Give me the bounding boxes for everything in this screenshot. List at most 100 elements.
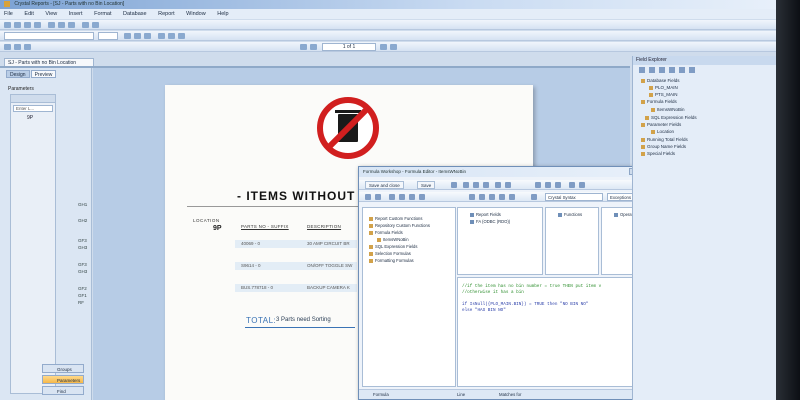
tree-item-location[interactable]: Location <box>651 129 674 134</box>
formula-code-editor[interactable]: //if the item has no bin number = true T… <box>457 277 661 387</box>
print-icon[interactable] <box>34 22 41 28</box>
menu-file[interactable]: File <box>4 11 13 17</box>
menu-help[interactable]: Help <box>217 11 228 17</box>
next-page-icon[interactable] <box>380 44 387 50</box>
open-icon[interactable] <box>14 22 21 28</box>
paste-icon[interactable] <box>68 22 75 28</box>
rename-icon[interactable] <box>483 182 489 188</box>
formula-workshop-toolbar: Save and close Save <box>359 180 663 190</box>
align-center-icon[interactable] <box>168 33 175 39</box>
underline-icon[interactable] <box>144 33 151 39</box>
tree-item-formatting-formulas[interactable]: Formatting Formulas <box>369 258 414 263</box>
new-formula-icon[interactable] <box>451 182 457 188</box>
tree-item-functions[interactable]: Functions <box>558 212 582 217</box>
font-size-combo[interactable] <box>98 32 118 40</box>
font-combo[interactable] <box>4 32 94 40</box>
tree-item-selection-formulas[interactable]: Selection Formulas <box>369 251 411 256</box>
align-left-icon[interactable] <box>158 33 165 39</box>
syntax-combo[interactable]: Crystal Syntax <box>545 193 603 201</box>
tab-design[interactable]: Design <box>6 70 30 78</box>
toggle-tree-icon[interactable] <box>389 194 395 200</box>
insert-icon[interactable] <box>639 67 645 73</box>
tree-item-odbc-source[interactable]: FA (ODBC (RDO)) <box>470 219 510 224</box>
redo-icon[interactable] <box>375 194 381 200</box>
rename-icon[interactable] <box>679 67 685 73</box>
formula-status-bar: Formula Line Matches for <box>359 389 663 399</box>
next-bookmark-icon[interactable] <box>499 194 505 200</box>
column-header-description: DESCRIPTION <box>307 224 342 229</box>
new-icon[interactable] <box>4 22 11 28</box>
tree-item-pts-main[interactable]: PTS_MAIN <box>649 92 678 97</box>
menu-view[interactable]: View <box>45 11 57 17</box>
tree-item-itemswnobin[interactable]: ItemsWNoBin <box>377 237 409 242</box>
tree-item-plo-main[interactable]: PLO_MAIN <box>649 85 678 90</box>
save-and-close-button[interactable]: Save and close <box>365 181 404 189</box>
align-right-icon[interactable] <box>178 33 185 39</box>
edit-icon[interactable] <box>669 67 675 73</box>
tree-item-running-total-fields[interactable]: Running Total Fields <box>641 137 688 142</box>
tree-item-group-name-fields[interactable]: Group Name Fields <box>641 144 686 149</box>
last-page-icon[interactable] <box>390 44 397 50</box>
toggle-fields-icon[interactable] <box>399 194 405 200</box>
sort-tree-icon[interactable] <box>479 194 485 200</box>
delete-icon[interactable] <box>689 67 695 73</box>
browse-icon[interactable] <box>649 67 655 73</box>
search-icon[interactable] <box>531 194 537 200</box>
tree-item-report-fields[interactable]: Report Fields <box>470 212 501 217</box>
bold-icon[interactable] <box>124 33 131 39</box>
location-parameter-value: 9P <box>27 115 34 121</box>
find-icon[interactable] <box>535 182 541 188</box>
insert-group-icon[interactable] <box>14 44 21 50</box>
tree-item-database-fields[interactable]: Database Fields <box>641 78 680 83</box>
sort-icon[interactable] <box>569 182 575 188</box>
tree-item-sql-expression-fields[interactable]: SQL Expression Fields <box>369 244 417 249</box>
italic-icon[interactable] <box>134 33 141 39</box>
copy-icon[interactable] <box>58 22 65 28</box>
bookmark-icon[interactable] <box>489 194 495 200</box>
tree-item-sql-expression-fields[interactable]: SQL Expression Fields <box>645 115 697 120</box>
copy-icon[interactable] <box>473 182 479 188</box>
undo-icon[interactable] <box>365 194 371 200</box>
previous-page-icon[interactable] <box>310 44 317 50</box>
field-explorer-toolbar <box>635 66 775 74</box>
insert-summary-icon[interactable] <box>24 44 31 50</box>
tree-item-formula-fields[interactable]: Formula Fields <box>641 99 677 104</box>
tree-item-itemswnobin[interactable]: ItemsWNoBin <box>651 107 685 112</box>
menu-database[interactable]: Database <box>123 11 147 17</box>
undo-icon[interactable] <box>82 22 89 28</box>
view-tabs: Design Preview <box>6 70 57 78</box>
status-matches: Matches for <box>499 392 522 397</box>
tree-item-report-custom-functions[interactable]: Report Custom Functions <box>369 216 422 221</box>
menu-format[interactable]: Format <box>94 11 111 17</box>
menu-report[interactable]: Report <box>158 11 175 17</box>
new-icon[interactable] <box>659 67 665 73</box>
tree-item-repository-custom-functions[interactable]: Repository Custom Functions <box>369 223 430 228</box>
toggle-operators-icon[interactable] <box>419 194 425 200</box>
location-parameter-field[interactable]: Enter L... <box>13 105 53 112</box>
comment-icon[interactable] <box>469 194 475 200</box>
check-icon[interactable] <box>555 182 561 188</box>
menu-insert[interactable]: Insert <box>69 11 83 17</box>
cut-icon[interactable] <box>48 22 55 28</box>
help-icon[interactable] <box>505 182 511 188</box>
options-icon[interactable] <box>579 182 585 188</box>
clear-bookmarks-icon[interactable] <box>509 194 515 200</box>
first-page-icon[interactable] <box>300 44 307 50</box>
section-marker: GH3 <box>78 245 88 250</box>
expand-icon[interactable] <box>495 182 501 188</box>
page-indicator[interactable]: 1 of 1 <box>322 43 376 51</box>
save-icon[interactable] <box>24 22 31 28</box>
total-underline <box>245 327 355 328</box>
menu-window[interactable]: Window <box>186 11 206 17</box>
tree-item-formula-fields[interactable]: Formula Fields <box>369 230 403 235</box>
bookmark-icon[interactable] <box>545 182 551 188</box>
tree-item-special-fields[interactable]: Special Fields <box>641 151 675 156</box>
tab-preview[interactable]: Preview <box>30 70 57 78</box>
delete-icon[interactable] <box>463 182 469 188</box>
insert-text-icon[interactable] <box>4 44 11 50</box>
tree-item-parameter-fields[interactable]: Parameter Fields <box>641 122 681 127</box>
menu-edit[interactable]: Edit <box>24 11 33 17</box>
save-formula-button[interactable]: Save <box>417 181 436 189</box>
toggle-functions-icon[interactable] <box>409 194 415 200</box>
redo-icon[interactable] <box>92 22 99 28</box>
